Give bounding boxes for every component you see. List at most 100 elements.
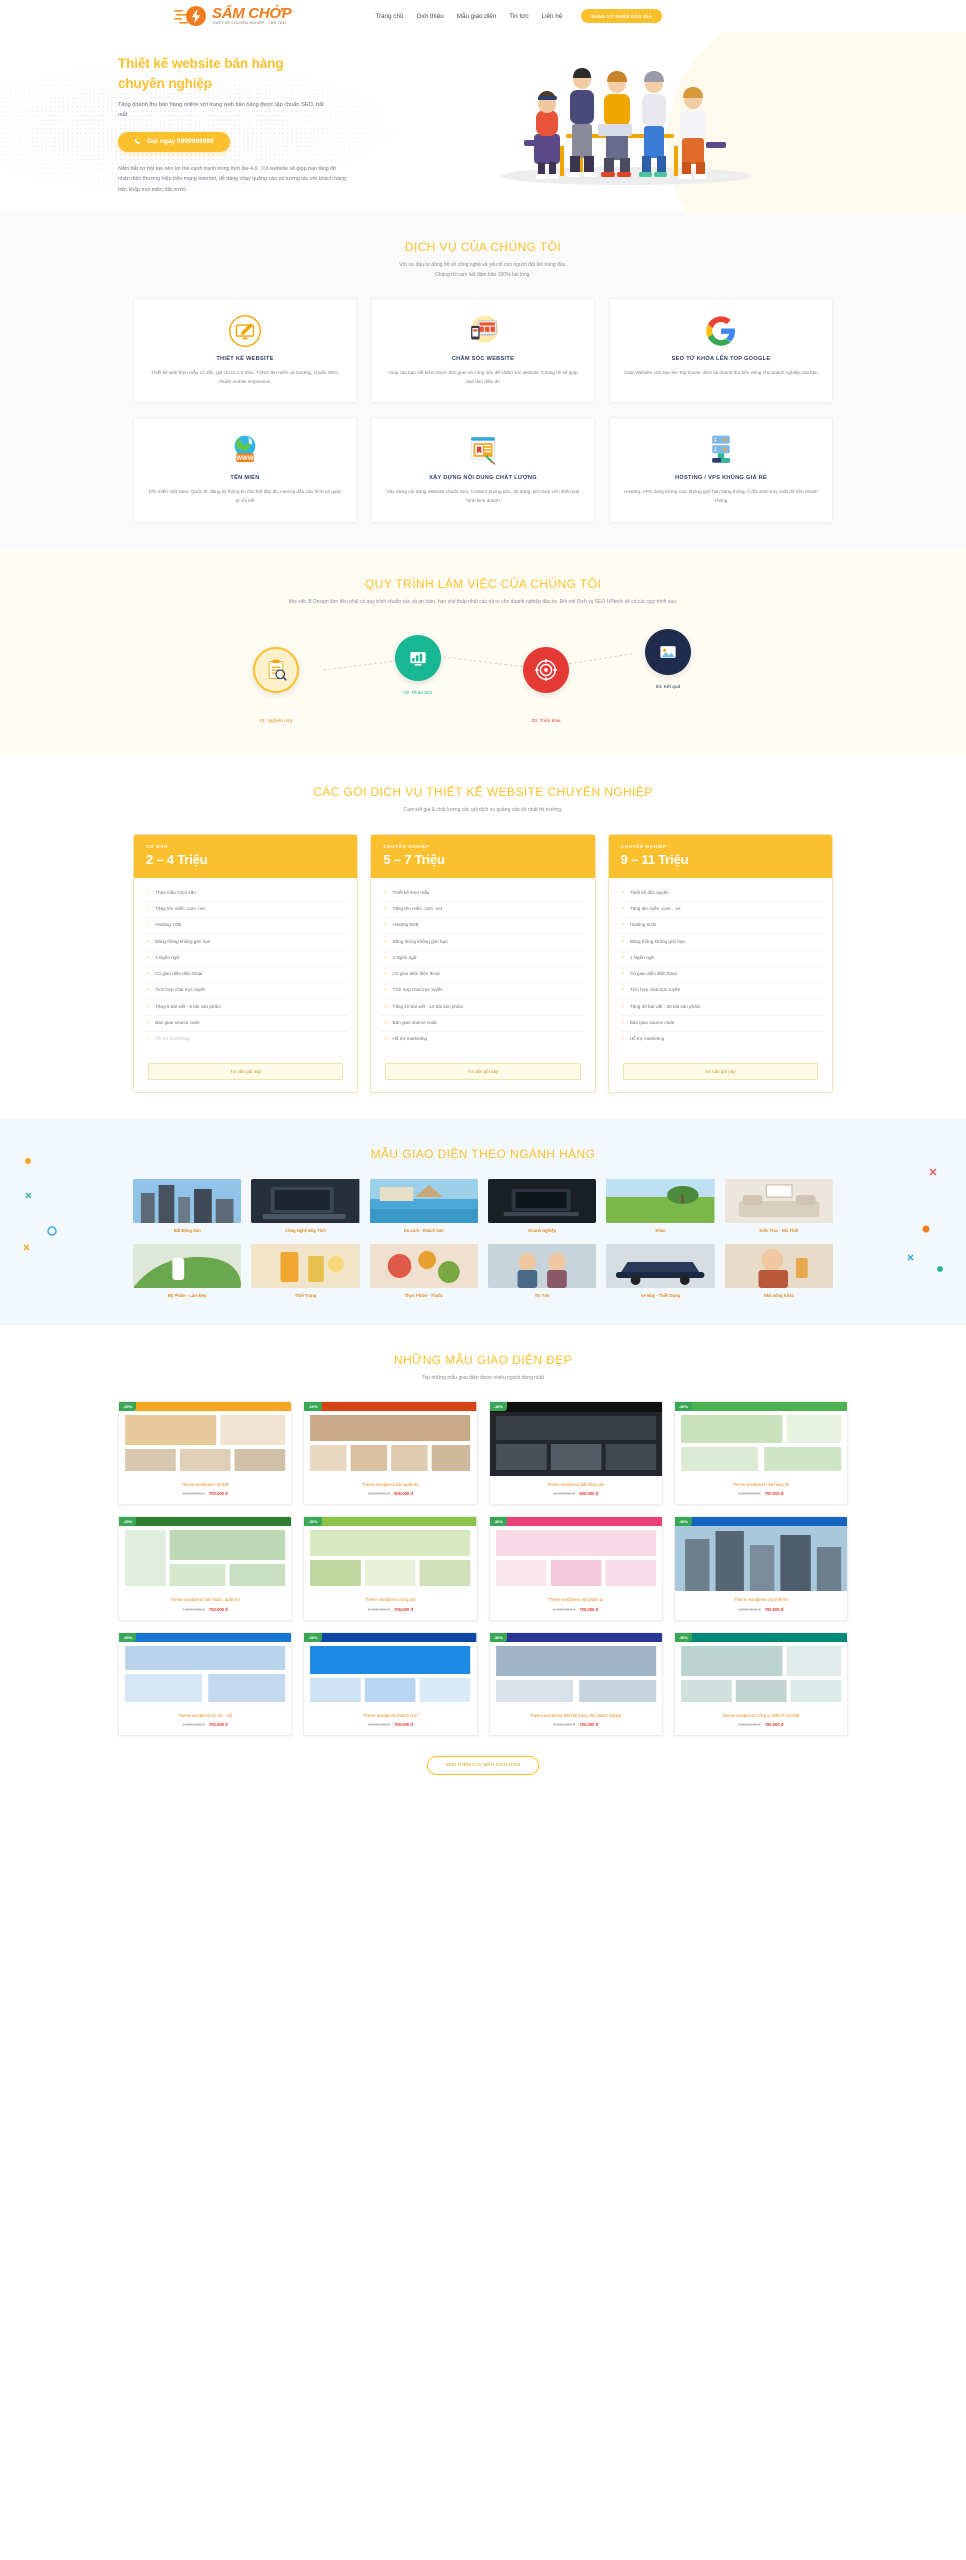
template-new-price: 600.000 đ bbox=[579, 1491, 599, 1497]
nav-item-news[interactable]: Tin tức bbox=[509, 13, 528, 20]
check-icon: ✓ bbox=[146, 906, 151, 913]
load-more-templates-button[interactable]: XEM THÊM CÁC MẪU GIAO DIỆN bbox=[426, 1755, 540, 1775]
pricing-tier: CHUYÊN NGHIỆP bbox=[383, 843, 430, 849]
service-text: Giúp Website của bạn lên Top Goole, đem … bbox=[624, 370, 818, 375]
pricing-feature: ✓ Hosting 5GB bbox=[381, 918, 585, 935]
pricing-tier: CƠ BẢN bbox=[146, 843, 169, 849]
brand-name: SẤM CHỚP bbox=[212, 5, 292, 23]
template-name: Theme wordpress cty thiết kế bbox=[734, 1597, 788, 1603]
check-icon: ✓ bbox=[146, 889, 151, 896]
request-quote-button[interactable]: ĐĂNG KÝ NHẬN BÁO GIÁ bbox=[581, 9, 662, 23]
template-screenshot bbox=[304, 1632, 477, 1707]
responsive-devices-icon bbox=[384, 313, 582, 349]
template-card[interactable]: -30% Theme wordpress Công ty thiết kế nộ… bbox=[673, 1631, 848, 1736]
process-step[interactable]: 02. Phân tích bbox=[395, 635, 441, 696]
check-icon: ✓ bbox=[383, 1003, 388, 1010]
process-step[interactable]: 04. Kết quả bbox=[645, 629, 691, 690]
template-meta: Theme wordpress nội thất 1.000.000 đ 700… bbox=[119, 1476, 291, 1504]
industry-item[interactable]: Tin Tức bbox=[488, 1244, 597, 1299]
template-card[interactable]: -30% Theme wordpress nông sản 1.000.000 … bbox=[303, 1516, 478, 1621]
template-card[interactable]: -30% Theme wordpress tin tức - Số 1.000.… bbox=[118, 1631, 293, 1736]
process-step[interactable]: 03. Triển khai bbox=[523, 647, 569, 724]
industry-item[interactable]: Công Nghệ Máy Tính bbox=[251, 1179, 360, 1234]
template-meta: Theme wordpress tin tức - Số 1.000.000 đ… bbox=[119, 1707, 291, 1735]
pricing-cta-button[interactable]: Tư vấn gói này bbox=[148, 1063, 344, 1081]
template-screenshot bbox=[304, 1402, 477, 1477]
target-icon bbox=[523, 647, 569, 694]
discount-badge: -30% bbox=[674, 1402, 693, 1412]
industry-item[interactable]: Thực Phẩm - Thuốc bbox=[369, 1244, 478, 1299]
services-desc-line2: Chúng tôi cam kết đảm bảo 100% hài lòng. bbox=[435, 271, 531, 278]
process-step[interactable]: 01. Nghiên cứu bbox=[253, 647, 299, 724]
nav-item-templates[interactable]: Mẫu giao diện bbox=[457, 13, 497, 20]
template-card[interactable]: -10% Theme wordpress bán quần áo 1.000.0… bbox=[303, 1401, 478, 1506]
industry-item[interactable]: Bất Động Sản bbox=[133, 1179, 242, 1234]
service-card[interactable]: THIẾT KẾ WEBSITE Thiết kế web theo mẫu c… bbox=[133, 298, 357, 404]
industry-caption: Khác bbox=[655, 1228, 666, 1234]
industry-thumbnail bbox=[251, 1179, 360, 1224]
hero-section: Thiết kế website bán hàng chuyên nghiệp … bbox=[0, 32, 966, 212]
service-card[interactable]: XÂY DỰNG NỘI DUNG CHẤT LƯỢNG Xây dựng nộ… bbox=[371, 417, 595, 523]
service-name: TÊN MIỀN bbox=[230, 475, 260, 482]
industry-title: MẪU GIAO DIỆN THEO NGÀNH HÀNG bbox=[370, 1147, 596, 1162]
service-card[interactable]: SEO TỪ KHÓA LÊN TOP GOOGLE Giúp Website … bbox=[609, 298, 833, 404]
industry-item[interactable]: Thời Trang bbox=[251, 1244, 360, 1299]
pricing-feature: ✓ 1 Ngôn ngữ bbox=[144, 951, 348, 967]
template-card[interactable]: -30% Theme wordpress nhà hàng tốt 1.000.… bbox=[673, 1401, 848, 1506]
industry-item[interactable]: Nhà uống Khác bbox=[724, 1244, 833, 1299]
check-icon: ✓ bbox=[620, 938, 625, 945]
brand-logo[interactable]: SẤM CHỚP THIẾT KẾ CHUYÊN NGHIỆP - TẬN TÂ… bbox=[174, 5, 292, 27]
pricing-feature: ✓ Tặng 20 bài viết - 20 bài sản phẩm bbox=[618, 999, 822, 1016]
nav-item-about[interactable]: Giới thiệu bbox=[416, 13, 443, 20]
hero-call-button[interactable]: Gọi ngay 0999999999 bbox=[118, 131, 230, 152]
process-step-label: 01. Nghiên cứu bbox=[253, 719, 299, 724]
template-card[interactable]: -30% Theme wordpress nội thất 1.000.000 … bbox=[118, 1401, 293, 1506]
nav-item-home[interactable]: Trang chủ bbox=[375, 13, 403, 20]
check-icon: ✓ bbox=[146, 954, 151, 961]
template-card[interactable]: -30% Theme wordpress Doanh vị trí 1.000.… bbox=[303, 1631, 478, 1736]
pricing-cta-button[interactable]: Tư vấn gói này bbox=[622, 1063, 818, 1081]
industry-thumbnail bbox=[606, 1179, 715, 1224]
pricing-cta-button[interactable]: Tư vấn gói này bbox=[385, 1063, 581, 1081]
check-icon: ✓ bbox=[383, 906, 388, 913]
pricing-feature: ✓ Tặng 10 bài viết - 10 bài sản phẩm bbox=[381, 999, 585, 1016]
industry-item[interactable]: Khác bbox=[606, 1179, 715, 1234]
template-meta: Theme wordpress nhà hàng tốt 1.000.000 đ… bbox=[675, 1476, 847, 1504]
industry-item[interactable]: Kiến Trúc - Nội Thất bbox=[724, 1179, 833, 1234]
template-name: Theme wordpress bán quần áo bbox=[362, 1482, 419, 1488]
industry-thumbnail bbox=[724, 1179, 833, 1224]
template-name: Theme wordpress tin tức - Số bbox=[178, 1712, 233, 1718]
service-card[interactable]: CHĂM SÓC WEBSITE Giúp các bạn tiết kiệm … bbox=[371, 298, 595, 404]
pricing-footer: Tư vấn gói này bbox=[609, 1053, 832, 1092]
pricing-card: CƠ BẢN 2 – 4 Triệu ✓ Theo mẫu chọn sẵn ✓ T… bbox=[133, 833, 359, 1094]
template-card[interactable]: -30% Theme wordpress mỹ phẩm tự 1.000.00… bbox=[488, 1516, 663, 1621]
industry-item[interactable]: Du Lịch - Khách Sạn bbox=[369, 1179, 478, 1234]
template-card[interactable]: -40% Theme wordpress bất động sản 1.000.… bbox=[488, 1401, 663, 1506]
template-card[interactable]: -30% Theme wordpress cty thiết kế 1.000.… bbox=[673, 1516, 848, 1621]
content-page-icon bbox=[384, 432, 582, 468]
check-icon: ✓ bbox=[383, 889, 388, 896]
site-header: SẤM CHỚP THIẾT KẾ CHUYÊN NGHIỆP - TẬN TÂ… bbox=[0, 0, 966, 32]
check-icon: ✓ bbox=[620, 906, 625, 913]
industry-thumbnail bbox=[251, 1244, 360, 1288]
industry-caption: Thực Phẩm - Thuốc bbox=[404, 1293, 444, 1298]
industry-item[interactable]: Doanh Nghiệp bbox=[488, 1179, 597, 1234]
service-text: Hosting, VPS dung lượng cao, không giới … bbox=[624, 489, 818, 504]
check-icon: ✓ bbox=[146, 1019, 151, 1026]
template-card[interactable]: -30% Theme wordpress thiết kế trang chủ … bbox=[488, 1631, 663, 1736]
pricing-feature-list: ✓ Thiết kế độc quyền ✓ Tặng tên miền .com … bbox=[609, 878, 832, 1054]
process-title: QUY TRÌNH LÀM VIỆC CỦA CHÚNG TÔI bbox=[364, 576, 602, 591]
template-name: Theme wordpress Công ty thiết kế nội thấ… bbox=[722, 1712, 800, 1718]
discount-badge: -30% bbox=[304, 1632, 322, 1642]
service-card[interactable]: HOSTING / VPS KHỦNG GIÁ RẺ Hosting, VPS … bbox=[609, 417, 833, 523]
template-card[interactable]: -30% Theme wordpress bán thuốc, quần áo bbox=[118, 1516, 293, 1621]
pricing-feature: ✓ Hosting 1GB bbox=[144, 918, 348, 935]
industry-thumbnail bbox=[133, 1244, 242, 1288]
service-text: Thiết kế web theo mẫu có sẵn, giá chỉ từ… bbox=[150, 370, 340, 385]
service-card[interactable]: WWW TÊN MIỀN Tên miền Việt Nam, Quốc tế,… bbox=[133, 417, 357, 523]
check-icon: ✓ bbox=[383, 922, 388, 929]
industry-item[interactable]: Mỹ Phẩm - Làm Đẹp bbox=[133, 1244, 242, 1299]
nav-item-contact[interactable]: Liên hệ bbox=[542, 13, 563, 20]
pricing-feature: ✓ Theo mẫu chọn sẵn bbox=[144, 886, 348, 902]
industry-item[interactable]: Xe Máy - Thiết Dụng bbox=[606, 1244, 715, 1299]
